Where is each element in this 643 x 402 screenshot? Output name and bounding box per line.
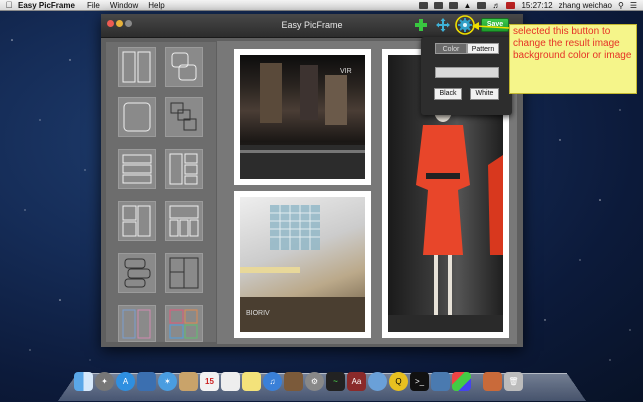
bluetooth-icon[interactable] <box>448 2 458 9</box>
layout-option-10[interactable] <box>165 253 203 293</box>
contacts-icon[interactable] <box>179 372 198 391</box>
menu-extras: ▲ ♬ 15:27:12 zhang weichao ⚲ ☰ <box>418 0 637 11</box>
black-button[interactable]: Black <box>434 88 462 100</box>
layout-option-8[interactable] <box>165 201 203 241</box>
notes-icon[interactable] <box>242 372 261 391</box>
layout-overlap-icon <box>171 52 197 81</box>
photo-frame-2[interactable]: BIORIV <box>234 191 371 338</box>
menu-window[interactable]: Window <box>110 1 138 10</box>
move-icon[interactable] <box>436 18 450 32</box>
terminal-icon[interactable]: >_ <box>410 372 429 391</box>
xcode-icon[interactable] <box>431 372 450 391</box>
layout-panel <box>106 42 216 342</box>
menu-app-name[interactable]: Easy PicFrame <box>18 1 75 10</box>
photo-boutique-storefront: VIR <box>240 55 365 179</box>
wifi-icon[interactable]: ▲ <box>464 1 472 10</box>
documents-folder-icon[interactable] <box>483 372 502 391</box>
layout-option-11[interactable] <box>118 305 156 342</box>
background-popover: Color Pattern Black White <box>421 37 512 115</box>
layout-option-12[interactable] <box>165 305 203 342</box>
photo-interior-detail: BIORIV <box>240 205 365 332</box>
layout-option-1[interactable] <box>118 47 156 87</box>
notification-icon[interactable]: ☰ <box>630 1 637 10</box>
preview-icon[interactable] <box>284 372 303 391</box>
layout-colored-grid-icon <box>169 309 198 339</box>
white-button[interactable]: White <box>470 88 499 100</box>
layout-colored-cols-icon <box>122 309 151 339</box>
layout-option-9[interactable] <box>118 253 156 293</box>
layout-quad-icon <box>169 257 199 289</box>
trash-icon[interactable]: 🗑 <box>504 372 523 391</box>
layout-option-2[interactable] <box>165 47 203 87</box>
time-machine-icon[interactable] <box>433 2 443 9</box>
menu-bar:  Easy PicFrame File Window Help ▲ ♬ 15:… <box>0 0 643 11</box>
user-name[interactable]: zhang weichao <box>559 1 612 10</box>
network-icon[interactable] <box>368 372 387 391</box>
battery-icon[interactable] <box>477 2 487 9</box>
flag-icon[interactable] <box>506 2 516 9</box>
spotlight-icon[interactable]: ⚲ <box>618 1 624 10</box>
photo-storefront-detail: VIR <box>240 63 365 179</box>
clock-text[interactable]: 15:27:12 <box>521 1 552 10</box>
layout-3-cols-icon <box>169 205 199 237</box>
dropbox-icon[interactable] <box>418 2 428 9</box>
layout-single-icon <box>123 102 151 132</box>
layout-option-7[interactable] <box>118 201 156 241</box>
layout-rounded-rows-icon <box>124 258 151 288</box>
background-type-segmented: Color Pattern <box>435 43 499 54</box>
qq-icon[interactable]: Q <box>389 372 408 391</box>
dock-items: ✦ A ✶ 15 ♫ ⚙ ~ Aa Q >_ 🗑 <box>74 372 523 391</box>
tab-color[interactable]: Color <box>435 43 467 54</box>
launchpad-icon[interactable]: ✦ <box>95 372 114 391</box>
layout-stacked-icon <box>170 102 197 131</box>
calendar-icon[interactable]: 15 <box>200 372 219 391</box>
photo-frame-1[interactable]: VIR <box>234 49 371 185</box>
add-icon[interactable] <box>414 18 428 32</box>
svg-text:BIORIV: BIORIV <box>246 310 270 317</box>
layout-option-5[interactable] <box>118 149 156 189</box>
reminders-icon[interactable] <box>221 372 240 391</box>
dictionary-icon[interactable]: Aa <box>347 372 366 391</box>
color-app-icon[interactable] <box>452 372 471 391</box>
safari-icon[interactable]: ✶ <box>158 372 177 391</box>
photo-app-icon[interactable] <box>137 372 156 391</box>
svg-text:VIR: VIR <box>340 68 352 75</box>
tab-pattern[interactable]: Pattern <box>467 43 499 54</box>
activity-monitor-icon[interactable]: ~ <box>326 372 345 391</box>
itunes-icon[interactable]: ♫ <box>263 372 282 391</box>
menu-file[interactable]: File <box>87 1 100 10</box>
title-bar: Easy PicFrame Save <box>101 14 523 38</box>
layout-2-columns-icon <box>122 51 151 83</box>
layout-3-rows-icon <box>122 154 152 184</box>
menu-help[interactable]: Help <box>148 1 164 10</box>
system-prefs-icon[interactable]: ⚙ <box>305 372 324 391</box>
layout-split-icon <box>122 205 151 237</box>
layout-option-4[interactable] <box>165 97 203 137</box>
volume-icon[interactable]: ♬ <box>492 1 500 10</box>
layout-option-3[interactable] <box>118 97 156 137</box>
photo-store-interior: BIORIV <box>240 197 365 332</box>
app-store-icon[interactable]: A <box>116 372 135 391</box>
annotation-callout: selected this button to change the resul… <box>509 24 637 94</box>
layout-option-6[interactable] <box>165 149 203 189</box>
finder-icon[interactable] <box>74 372 93 391</box>
layout-grid-mixed-icon <box>169 153 198 185</box>
apple-menu-icon[interactable]:  <box>0 0 18 10</box>
background-color-swatch[interactable] <box>435 67 499 78</box>
